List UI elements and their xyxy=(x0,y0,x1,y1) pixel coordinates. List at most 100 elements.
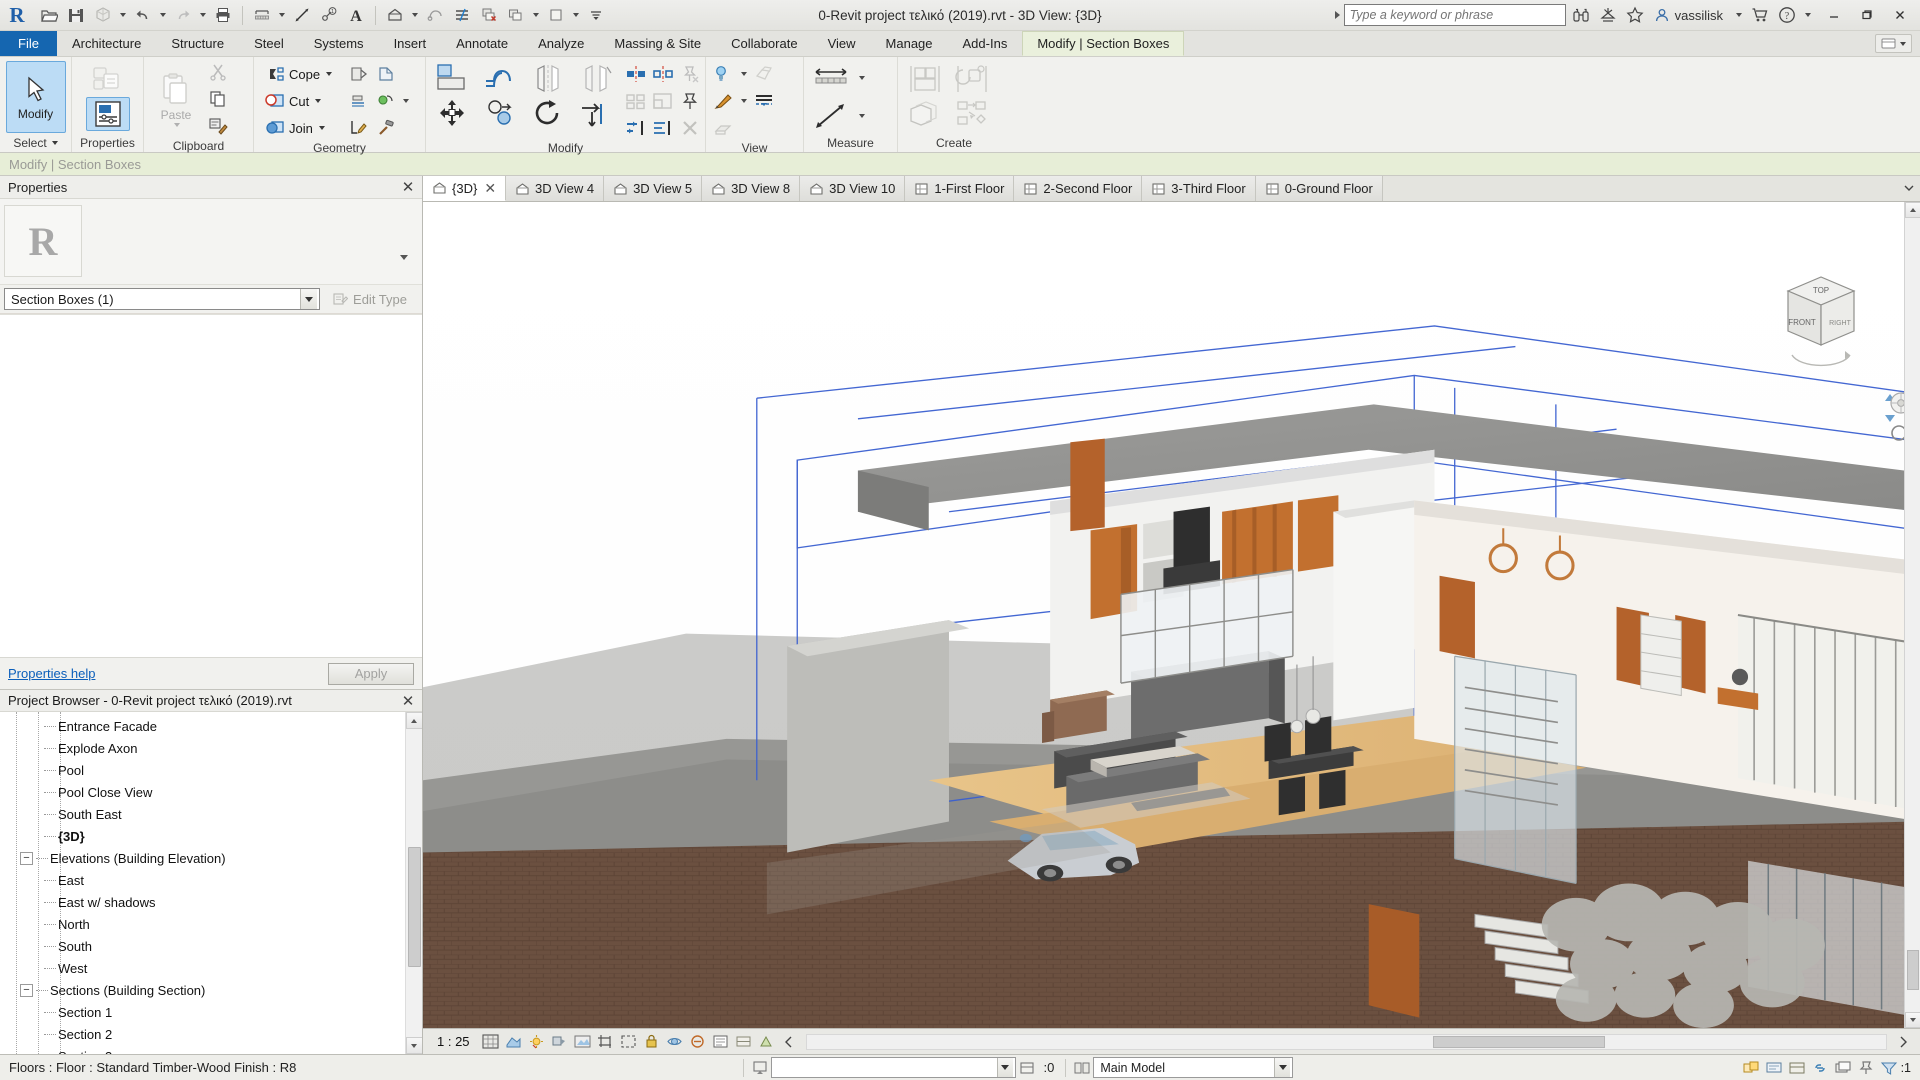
3d-view-dropdown-caret[interactable] xyxy=(409,2,421,28)
properties-help-link[interactable]: Properties help xyxy=(8,666,95,681)
worksets-arrow[interactable] xyxy=(1274,1058,1291,1077)
modify-button[interactable]: Modify xyxy=(5,60,66,133)
help-icon[interactable]: ? xyxy=(1775,3,1799,27)
app-store-cart-icon[interactable] xyxy=(1748,3,1772,27)
sun-path-icon[interactable] xyxy=(526,1031,547,1052)
project-browser-node[interactable]: Section 3 xyxy=(0,1045,405,1055)
search-binoculars-icon[interactable] xyxy=(1569,3,1593,27)
reveal-constraints-icon[interactable] xyxy=(756,1031,777,1052)
measure-dropdown-caret[interactable] xyxy=(276,2,288,28)
edit-type-button[interactable]: Edit Type xyxy=(324,288,416,311)
worksets-status-icon[interactable] xyxy=(1786,1057,1808,1079)
align-icon[interactable] xyxy=(431,61,473,95)
tab-architecture[interactable]: Architecture xyxy=(57,31,156,56)
reveal-hidden-elements-icon[interactable] xyxy=(687,1031,708,1052)
autodesk-account-icon[interactable] xyxy=(1596,3,1620,27)
select-pinned-icon[interactable] xyxy=(1855,1057,1877,1079)
beam-system-icon[interactable] xyxy=(711,115,737,141)
tab-file[interactable]: File xyxy=(0,31,57,56)
default-3d-view-icon[interactable] xyxy=(382,2,408,28)
user-menu-caret[interactable] xyxy=(1733,2,1745,28)
mirror-draw-axis-icon[interactable] xyxy=(575,61,617,95)
offset-icon[interactable] xyxy=(479,61,521,95)
split-element-icon[interactable] xyxy=(623,61,649,87)
view-scale-label[interactable]: 1 : 25 xyxy=(429,1034,478,1049)
project-browser-node[interactable]: {3D} xyxy=(0,825,405,847)
tab-massing-site[interactable]: Massing & Site xyxy=(599,31,716,56)
tree-expander-icon[interactable]: − xyxy=(20,851,33,865)
properties-palette-close-icon[interactable]: ✕ xyxy=(398,178,418,197)
trim-extend-icon[interactable] xyxy=(575,96,617,130)
thin-lines-icon[interactable] xyxy=(449,2,475,28)
reveal-hidden-caret[interactable] xyxy=(738,61,750,87)
tab-systems[interactable]: Systems xyxy=(299,31,379,56)
properties-parameter-grid[interactable] xyxy=(0,314,422,657)
crop-view-icon[interactable] xyxy=(595,1031,616,1052)
view-vertical-scrollbar[interactable] xyxy=(1904,202,1920,1028)
tree-scroll-down-button[interactable] xyxy=(405,1037,422,1054)
mirror-pick-axis-icon[interactable] xyxy=(527,61,569,95)
worksets-combo[interactable]: Main Model xyxy=(1093,1057,1294,1078)
favorites-star-icon[interactable] xyxy=(1623,3,1647,27)
join-caret[interactable] xyxy=(318,126,325,130)
tab-manage[interactable]: Manage xyxy=(871,31,948,56)
paint-caret[interactable] xyxy=(738,88,750,114)
array-icon[interactable] xyxy=(623,88,649,114)
exclude-options-icon[interactable] xyxy=(1016,1057,1038,1079)
copy-clipboard-icon[interactable] xyxy=(205,86,231,112)
join-button[interactable]: Join xyxy=(259,115,337,141)
project-browser-node[interactable]: − Elevations (Building Elevation) xyxy=(0,847,405,869)
view-tab-2-second-floor[interactable]: 2-Second Floor xyxy=(1014,176,1143,201)
project-browser-scrollbar[interactable] xyxy=(405,712,422,1054)
type-selector-arrow[interactable] xyxy=(300,289,318,309)
shadows-icon[interactable] xyxy=(549,1031,570,1052)
demolish-hammer-icon[interactable] xyxy=(373,115,399,141)
close-hidden-windows-icon[interactable] xyxy=(476,2,502,28)
view-tab-1-first-floor[interactable]: 1-First Floor xyxy=(905,176,1015,201)
expand-bar-icon[interactable] xyxy=(779,1031,800,1052)
hscroll-right-button[interactable] xyxy=(1893,1031,1914,1052)
view-hscroll-thumb[interactable] xyxy=(1432,1035,1606,1048)
temporary-hide-isolate-icon[interactable] xyxy=(664,1031,685,1052)
design-options-arrow[interactable] xyxy=(996,1058,1013,1077)
view-cube[interactable]: TOP FRONT RIGHT xyxy=(1762,257,1880,375)
filter-icon[interactable] xyxy=(1878,1057,1900,1079)
view-scroll-up-button[interactable] xyxy=(1904,202,1920,218)
redo-icon[interactable] xyxy=(170,2,196,28)
view-tab-3d-view-5[interactable]: 3D View 5 xyxy=(604,176,703,201)
project-browser-node[interactable]: East w/ shadows xyxy=(0,891,405,913)
delete-icon[interactable] xyxy=(677,115,703,141)
open-icon[interactable] xyxy=(36,2,62,28)
visual-style-icon[interactable] xyxy=(503,1031,524,1052)
project-browser-node[interactable]: Pool Close View xyxy=(0,781,405,803)
unpin-icon[interactable] xyxy=(677,61,703,87)
view-tab-close-icon[interactable]: ✕ xyxy=(484,180,496,197)
hide-analytical-model-icon[interactable] xyxy=(733,1031,754,1052)
paste-caret[interactable] xyxy=(174,122,180,127)
wall-join-caret[interactable] xyxy=(400,88,412,114)
view-scroll-thumb[interactable] xyxy=(1906,950,1919,990)
worksets-icon[interactable] xyxy=(1071,1057,1093,1079)
lock-3d-view-icon[interactable] xyxy=(641,1031,662,1052)
tab-modify-section-boxes[interactable]: Modify | Section Boxes xyxy=(1022,31,1185,56)
save-as-dropdown-caret[interactable] xyxy=(117,2,129,28)
view-tabs-overflow[interactable] xyxy=(1902,176,1920,201)
rotate-icon[interactable] xyxy=(527,96,569,130)
tab-analyze[interactable]: Analyze xyxy=(523,31,599,56)
view-tab-3d-view-8[interactable]: 3D View 8 xyxy=(702,176,801,201)
tab-steel[interactable]: Steel xyxy=(239,31,299,56)
close-button[interactable] xyxy=(1883,1,1916,30)
design-options-status-icon[interactable] xyxy=(1740,1057,1762,1079)
switch-windows-caret[interactable] xyxy=(530,2,542,28)
group-icon[interactable] xyxy=(903,97,947,131)
properties-toggle-button[interactable] xyxy=(85,96,130,131)
view-tab-3d-view-4[interactable]: 3D View 4 xyxy=(506,176,605,201)
copy-move-icon[interactable] xyxy=(479,96,521,130)
select-underlay-icon[interactable] xyxy=(1832,1057,1854,1079)
panel-select-title[interactable]: Select xyxy=(0,134,71,152)
measure-along-caret[interactable] xyxy=(856,103,868,129)
undo-dropdown-caret[interactable] xyxy=(157,2,169,28)
cut-clipboard-icon[interactable] xyxy=(205,59,231,85)
editing-requests-icon[interactable] xyxy=(1763,1057,1785,1079)
window-list-caret[interactable] xyxy=(570,2,582,28)
